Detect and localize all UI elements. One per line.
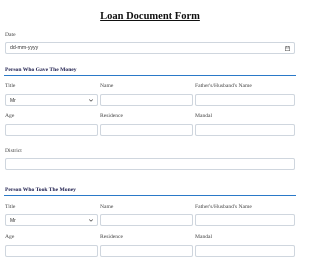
giver-title-value: Mr bbox=[10, 97, 16, 104]
giver-guardian-label: Father's/Husband's Name bbox=[195, 83, 252, 89]
chevron-down-icon bbox=[89, 219, 93, 222]
taker-name-label: Name bbox=[100, 204, 114, 210]
taker-mandal-input[interactable] bbox=[195, 245, 295, 257]
chevron-down-icon bbox=[89, 99, 93, 102]
giver-section-heading: Person Who Gave The Money bbox=[5, 67, 77, 73]
taker-residence-label: Residence bbox=[100, 234, 123, 240]
giver-mandal-input[interactable] bbox=[195, 124, 295, 136]
taker-residence-input[interactable] bbox=[100, 245, 193, 257]
giver-district-label: District bbox=[5, 148, 22, 154]
giver-title-label: Title bbox=[5, 83, 16, 89]
taker-title-value: Mr bbox=[10, 217, 16, 224]
taker-section-heading: Person Who Took The Money bbox=[5, 187, 76, 193]
taker-guardian-label: Father's/Husband's Name bbox=[195, 204, 252, 210]
taker-title-select[interactable]: Mr bbox=[5, 214, 98, 226]
taker-title-label: Title bbox=[5, 204, 16, 210]
giver-district-input[interactable] bbox=[5, 158, 295, 170]
date-placeholder: dd-mm-yyyy bbox=[10, 45, 39, 51]
giver-section-divider bbox=[4, 75, 296, 76]
giver-residence-label: Residence bbox=[100, 113, 123, 119]
taker-name-input[interactable] bbox=[100, 214, 193, 226]
taker-section-divider bbox=[4, 195, 296, 196]
giver-guardian-input[interactable] bbox=[195, 94, 295, 106]
date-input[interactable]: dd-mm-yyyy bbox=[5, 42, 295, 54]
date-label: Date bbox=[5, 32, 16, 38]
taker-age-input[interactable] bbox=[5, 245, 98, 257]
taker-guardian-input[interactable] bbox=[195, 214, 295, 226]
giver-age-input[interactable] bbox=[5, 124, 98, 136]
taker-mandal-label: Mandal bbox=[195, 234, 213, 240]
giver-residence-input[interactable] bbox=[100, 124, 193, 136]
giver-age-label: Age bbox=[5, 113, 15, 119]
giver-name-input[interactable] bbox=[100, 94, 193, 106]
giver-mandal-label: Mandal bbox=[195, 113, 213, 119]
form-title: Loan Document Form bbox=[100, 11, 200, 22]
calendar-icon[interactable] bbox=[285, 46, 290, 51]
giver-title-select[interactable]: Mr bbox=[5, 94, 98, 106]
giver-name-label: Name bbox=[100, 83, 114, 89]
taker-age-label: Age bbox=[5, 234, 15, 240]
